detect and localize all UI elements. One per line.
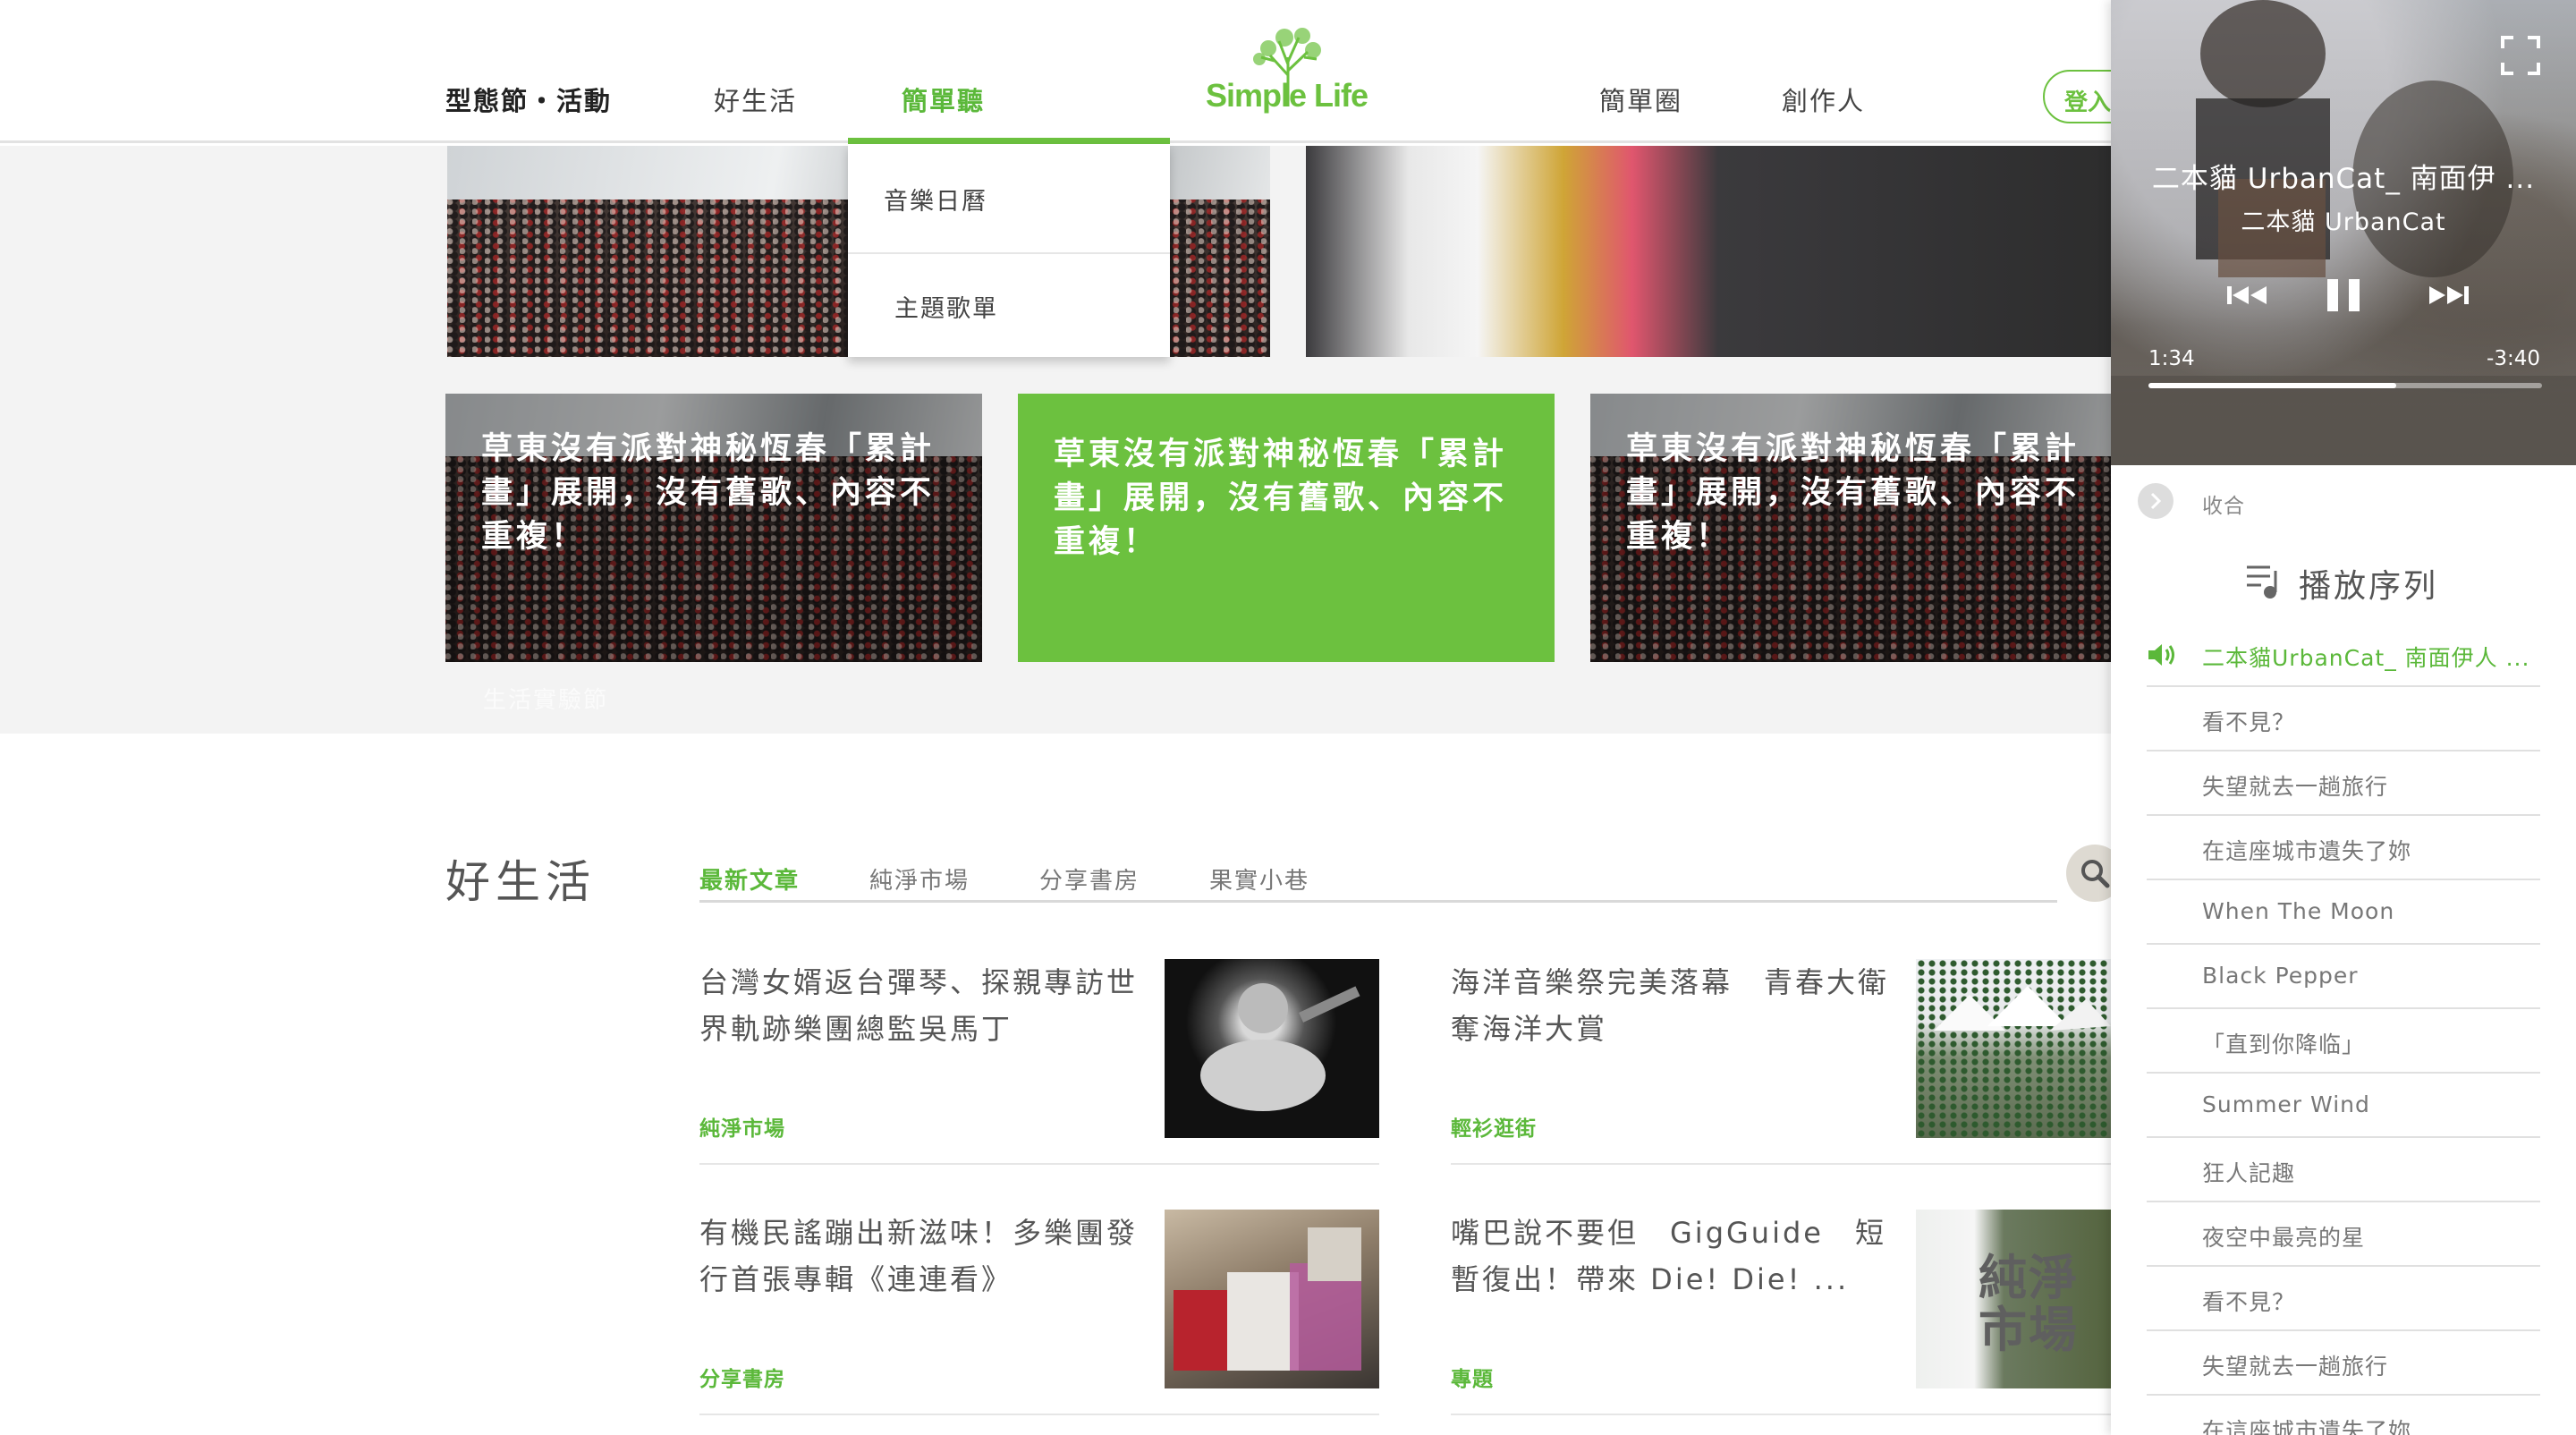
featured-card-title: 草東沒有派對神秘恆春「累計畫」展開，沒有舊歌、內容不重複！: [1054, 437, 1508, 560]
queue-item-title: 夜空中最亮的星: [2202, 1225, 2366, 1251]
article-card[interactable]: 有機民謠蹦出新滋味！多樂團發行首張專輯《連連看》 分享書房: [699, 1210, 1379, 1415]
tab-latest[interactable]: 最新文章: [699, 862, 800, 896]
guitar-player-image: [1200, 983, 1360, 1111]
collapse-button[interactable]: [2138, 483, 2174, 519]
featured-card-title: 草東沒有派對神秘恆春「累計畫」展開，沒有舊歌、內容不重複！: [481, 431, 936, 555]
queue-item-title: Black Pepper: [2202, 963, 2359, 989]
article-divider: [1451, 1163, 2111, 1165]
now-playing-artist: 二本貓 UrbanCat: [2241, 208, 2446, 236]
featured-card-title: 草東沒有派對神秘恆春「累計畫」展開，沒有舊歌、內容不重複！: [1626, 431, 2080, 555]
queue-item-title: Summer Wind: [2202, 1091, 2370, 1117]
chevron-right-icon: [2150, 492, 2162, 510]
previous-track-icon[interactable]: [2225, 268, 2270, 322]
featured-card-highlighted[interactable]: 草東沒有派對神秘恆春「累計畫」展開，沒有舊歌、內容不重複！: [1018, 394, 1555, 662]
queue-item-title: 狂人記趣: [2202, 1160, 2296, 1186]
active-nav-indicator: [848, 138, 1170, 144]
tab-fruit-alley[interactable]: 果實小巷: [1209, 862, 1309, 896]
queue-item-title: 在這座城市遺失了妳: [2202, 1418, 2412, 1435]
collapse-label[interactable]: 收合: [2202, 488, 2245, 519]
article-card[interactable]: 海洋音樂祭完美落幕 青春大衛奪海洋大賞 輕衫逛街: [1451, 959, 2111, 1165]
queue-title: 播放序列: [2299, 568, 2439, 605]
featured-image-art[interactable]: [1306, 146, 2165, 357]
queue-item-title: When The Moon: [2202, 898, 2395, 924]
queue-item[interactable]: 夜空中最亮的星: [2147, 1202, 2540, 1267]
featured-card[interactable]: 草東沒有派對神秘恆春「累計畫」展開，沒有舊歌、內容不重複！: [1590, 394, 2111, 662]
nav-item-festival[interactable]: 型態節・活動: [445, 81, 612, 118]
queue-item-title: 失望就去一趟旅行: [2202, 774, 2389, 800]
nav-item-simple-listen[interactable]: 簡單聽: [902, 81, 985, 118]
article-title[interactable]: 有機民謠蹦出新滋味！多樂團發行首張專輯《連連看》: [699, 1210, 1147, 1303]
tab-pure-market[interactable]: 純淨市場: [869, 862, 970, 896]
queue-item[interactable]: 失望就去一趟旅行: [2147, 1331, 2540, 1396]
music-player-panel: 二本貓 UrbanCat_ 南面伊 ... 二本貓 UrbanCat 1:34 …: [2111, 0, 2576, 1435]
nav-item-creators[interactable]: 創作人: [1782, 81, 1865, 118]
queue-item-title: 「直到你降临」: [2202, 1032, 2366, 1057]
queue-item[interactable]: Black Pepper: [2147, 945, 2540, 1009]
article-thumbnail[interactable]: [1916, 959, 2111, 1138]
section-title: 好生活: [445, 856, 596, 908]
records-image: [1174, 1227, 1361, 1371]
fullscreen-icon[interactable]: [2501, 36, 2540, 75]
queue-item-title: 二本貓UrbanCat_ 南面伊人 ...: [2202, 645, 2530, 671]
article-title[interactable]: 海洋音樂祭完美落幕 青春大衛奪海洋大賞: [1451, 959, 1898, 1052]
queue-item-title: 失望就去一趟旅行: [2202, 1354, 2389, 1380]
queue-item-title: 看不見？: [2202, 709, 2296, 735]
pause-icon[interactable]: [2322, 268, 2367, 322]
article-thumbnail[interactable]: [1165, 959, 1379, 1138]
article-thumbnail[interactable]: [1165, 1210, 1379, 1388]
player-album-art: 二本貓 UrbanCat_ 南面伊 ... 二本貓 UrbanCat 1:34 …: [2111, 0, 2576, 465]
queue-item[interactable]: 失望就去一趟旅行: [2147, 751, 2540, 816]
queue-item[interactable]: When The Moon: [2147, 880, 2540, 945]
logo-text[interactable]: Simple Life: [1206, 77, 1368, 115]
now-playing-title: 二本貓 UrbanCat_ 南面伊 ...: [2151, 163, 2536, 195]
remaining-time: -3:40: [2487, 347, 2540, 370]
simple-listen-dropdown: 音樂日曆 主題歌單: [848, 144, 1170, 357]
queue-item[interactable]: 看不見？: [2147, 1267, 2540, 1331]
speaker-icon: [2148, 644, 2174, 666]
next-track-icon[interactable]: [2426, 268, 2470, 322]
queue-item[interactable]: 在這座城市遺失了妳: [2147, 816, 2540, 880]
queue-item-playing[interactable]: 二本貓UrbanCat_ 南面伊人 ...: [2147, 623, 2540, 687]
dropdown-item-music-calendar[interactable]: 音樂日曆: [848, 144, 1170, 250]
queue-item-title: 看不見？: [2202, 1289, 2296, 1315]
featured-ghost-label: 生活實驗節: [483, 687, 609, 714]
article-divider: [1451, 1414, 2111, 1415]
dropdown-item-playlists[interactable]: 主題歌單: [848, 251, 1170, 357]
elapsed-time: 1:34: [2148, 347, 2195, 370]
article-title[interactable]: 台灣女婿返台彈琴、探親專訪世界軌跡樂團總監吳馬丁: [699, 959, 1147, 1052]
progress-fill: [2148, 383, 2397, 388]
progress-bar[interactable]: [2148, 383, 2542, 388]
queue-item[interactable]: Summer Wind: [2147, 1074, 2540, 1138]
queue-item[interactable]: 看不見？: [2147, 687, 2540, 751]
queue-item[interactable]: 狂人記趣: [2147, 1138, 2540, 1202]
nav-item-simple-circle[interactable]: 簡單圈: [1599, 81, 1682, 118]
article-thumbnail[interactable]: 純淨市場: [1916, 1210, 2111, 1388]
article-title[interactable]: 嘴巴說不要但 GigGuide 短暫復出！帶來 Die! Die! ...: [1451, 1210, 1898, 1303]
article-tag[interactable]: 分享書房: [699, 1362, 785, 1392]
featured-card[interactable]: 草東沒有派對神秘恆春「累計畫」展開，沒有舊歌、內容不重複！: [445, 394, 982, 662]
site-header: 型態節・活動 好生活 簡單聽 Simple Life 簡單圈 創作人 登入: [0, 0, 2150, 144]
article-card[interactable]: 台灣女婿返台彈琴、探親專訪世界軌跡樂團總監吳馬丁 純淨市場: [699, 959, 1379, 1165]
festival-tents-image: [1934, 986, 2111, 1031]
article-card[interactable]: 嘴巴說不要但 GigGuide 短暫復出！帶來 Die! Die! ... 專題…: [1451, 1210, 2111, 1415]
tabs-divider: [699, 900, 2057, 903]
playlist-icon: [2247, 565, 2277, 599]
article-divider: [699, 1163, 1379, 1165]
article-divider: [699, 1414, 1379, 1415]
article-tag[interactable]: 專題: [1451, 1362, 1494, 1392]
tab-book-room[interactable]: 分享書房: [1039, 862, 1140, 896]
nav-item-good-life[interactable]: 好生活: [714, 81, 797, 118]
queue-item[interactable]: 在這座城市遺失了妳: [2147, 1396, 2540, 1435]
article-tag[interactable]: 純淨市場: [699, 1111, 785, 1142]
article-tag[interactable]: 輕衫逛街: [1451, 1111, 1537, 1142]
queue-item-title: 在這座城市遺失了妳: [2202, 838, 2412, 864]
queue-item[interactable]: 「直到你降临」: [2147, 1009, 2540, 1074]
thumbnail-sign-text: 純淨市場: [1979, 1250, 2079, 1358]
